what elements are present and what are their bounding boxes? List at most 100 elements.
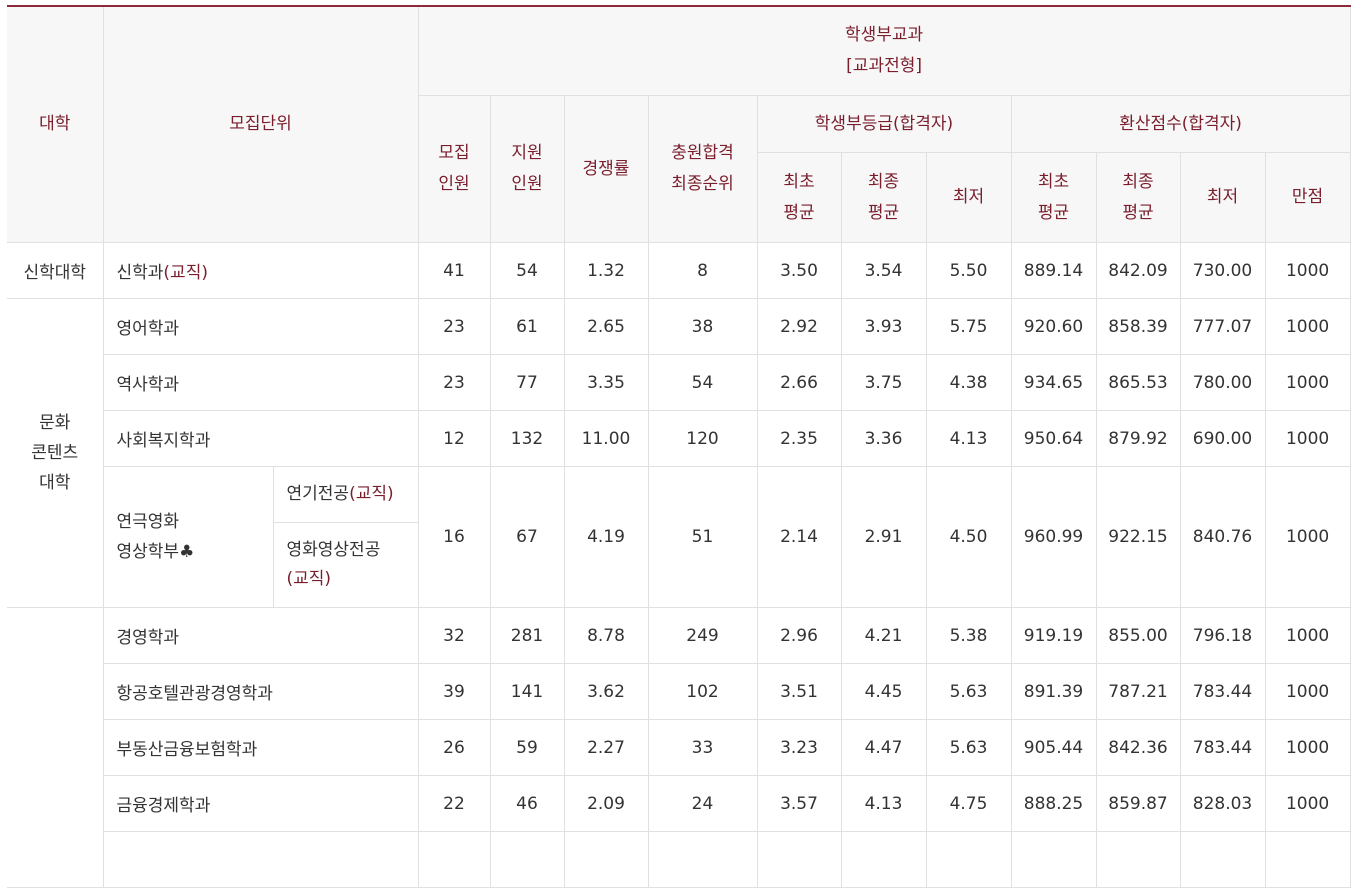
grade-low-cell: 5.75 [925,298,1012,355]
score-low-cell: 777.07 [1179,298,1266,355]
recruit-cell: 22 [417,775,491,832]
grade-final-cell: 4.45 [840,663,927,720]
rank-cell: 54 [647,354,758,411]
score-final-cell: 879.92 [1095,410,1181,467]
apply-cell: 61 [489,298,565,355]
table-row: 경영학과 32 281 8.78 249 2.96 4.21 5.38 919.… [7,607,1351,888]
competition-cell: 1.32 [563,242,649,299]
unit-cell: 신학과(교직) [102,242,419,299]
grade-first-cell: 3.23 [756,719,842,776]
grade-first-cell: 2.92 [756,298,842,355]
competition-cell: 11.00 [563,410,649,467]
admission-results-table-container: 대학 모집단위 학생부교과 [교과전형] 모집 인원 지원 인원 경쟁률 충원합격 최종… [7,5,1351,888]
header-row-1: 대학 모집단위 학생부교과 [교과전형] [7,5,1351,243]
score-full-cell: 1000 [1264,354,1351,411]
grade-first-cell: 2.66 [756,354,842,411]
club-icon: ♣ [179,542,195,562]
header-score-first-avg: 최초 평균 [1010,152,1097,243]
apply-cell: 54 [489,242,565,299]
score-first-cell: 920.60 [1010,298,1097,355]
recruit-cell: 26 [417,719,491,776]
recruit-cell: 16 [417,466,491,608]
header-unit: 모집단위 [102,5,419,243]
header-grade-lowest: 최저 [925,152,1012,243]
teaching-mark: (교직) [286,569,332,589]
apply-cell: 141 [489,663,565,720]
unit-cell: 연극영화 영상학부♣ [102,466,274,608]
recruit-cell: 41 [417,242,491,299]
competition-cell: 3.35 [563,354,649,411]
teaching-mark: (교직) [163,263,208,283]
competition-cell: 3.62 [563,663,649,720]
score-full-cell: 1000 [1264,663,1351,720]
unit-cell: 부동산금융보험학과 [102,719,419,776]
grade-first-cell: 3.57 [756,775,842,832]
apply-cell: 77 [489,354,565,411]
score-final-cell: 842.09 [1095,242,1181,299]
score-low-cell: 796.18 [1179,607,1266,664]
apply-cell: 59 [489,719,565,776]
header-group: 학생부교과 [교과전형] [417,5,1351,96]
score-full-cell: 1000 [1264,410,1351,467]
grade-final-cell: 3.93 [840,298,927,355]
college-cell: 신학대학 [7,242,104,299]
apply-cell: 281 [489,607,565,664]
score-first-cell: 919.19 [1010,607,1097,664]
teaching-mark: (교직) [349,484,394,504]
grade-low-cell: 5.38 [925,607,1012,664]
score-first-cell: 934.65 [1010,354,1097,411]
grade-final-cell: 4.21 [840,607,927,664]
grade-low-cell: 4.38 [925,354,1012,411]
score-final-cell: 859.87 [1095,775,1181,832]
sub-unit-cell: 연기전공(교직) [272,466,419,523]
grade-low-cell: 4.50 [925,466,1012,608]
score-final-cell: 787.21 [1095,663,1181,720]
score-first-cell: 889.14 [1010,242,1097,299]
recruit-cell: 23 [417,354,491,411]
rank-cell: 33 [647,719,758,776]
score-final-cell: 858.39 [1095,298,1181,355]
header-score-full: 만점 [1264,152,1351,243]
table-row: 금융경제학과 22 46 2.09 24 3.57 4.13 4.75 888.… [7,775,1351,832]
header-apply: 지원 인원 [489,95,565,243]
grade-first-cell: 2.96 [756,607,842,664]
header-grade-first-avg: 최초 평균 [756,152,842,243]
rank-cell: 24 [647,775,758,832]
header-grade-group: 학생부등급(합격자) [756,95,1012,153]
competition-cell: 4.19 [563,466,649,608]
apply-cell: 46 [489,775,565,832]
score-low-cell: 780.00 [1179,354,1266,411]
rank-cell: 38 [647,298,758,355]
unit-cell: 경영학과 [102,607,419,664]
apply-cell: 132 [489,410,565,467]
score-first-cell: 950.64 [1010,410,1097,467]
grade-low-cell: 4.75 [925,775,1012,832]
recruit-cell: 32 [417,607,491,664]
header-rank: 충원합격 최종순위 [647,95,758,243]
grade-first-cell: 2.35 [756,410,842,467]
competition-cell: 2.27 [563,719,649,776]
grade-final-cell: 4.47 [840,719,927,776]
score-low-cell: 730.00 [1179,242,1266,299]
unit-cell: 영어학과 [102,298,419,355]
grade-low-cell: 5.63 [925,663,1012,720]
rank-cell: 51 [647,466,758,608]
grade-final-cell: 4.13 [840,775,927,832]
score-final-cell: 855.00 [1095,607,1181,664]
grade-first-cell: 2.14 [756,466,842,608]
grade-low-cell: 5.50 [925,242,1012,299]
header-college: 대학 [7,5,104,243]
score-full-cell: 1000 [1264,775,1351,832]
sub-unit-cell: 영화영상전공 (교직) [272,522,419,608]
admission-results-table: 대학 모집단위 학생부교과 [교과전형] 모집 인원 지원 인원 경쟁률 충원합격 최종… [7,5,1351,888]
score-full-cell: 1000 [1264,607,1351,664]
apply-cell: 67 [489,466,565,608]
score-final-cell: 842.36 [1095,719,1181,776]
grade-final-cell: 3.36 [840,410,927,467]
table-row: 항공호텔관광경영학과 39 141 3.62 102 3.51 4.45 5.6… [7,663,1351,720]
unit-cell: 역사학과 [102,354,419,411]
unit-cell: 항공호텔관광경영학과 [102,663,419,720]
score-full-cell: 1000 [1264,242,1351,299]
score-first-cell: 905.44 [1010,719,1097,776]
rank-cell: 8 [647,242,758,299]
